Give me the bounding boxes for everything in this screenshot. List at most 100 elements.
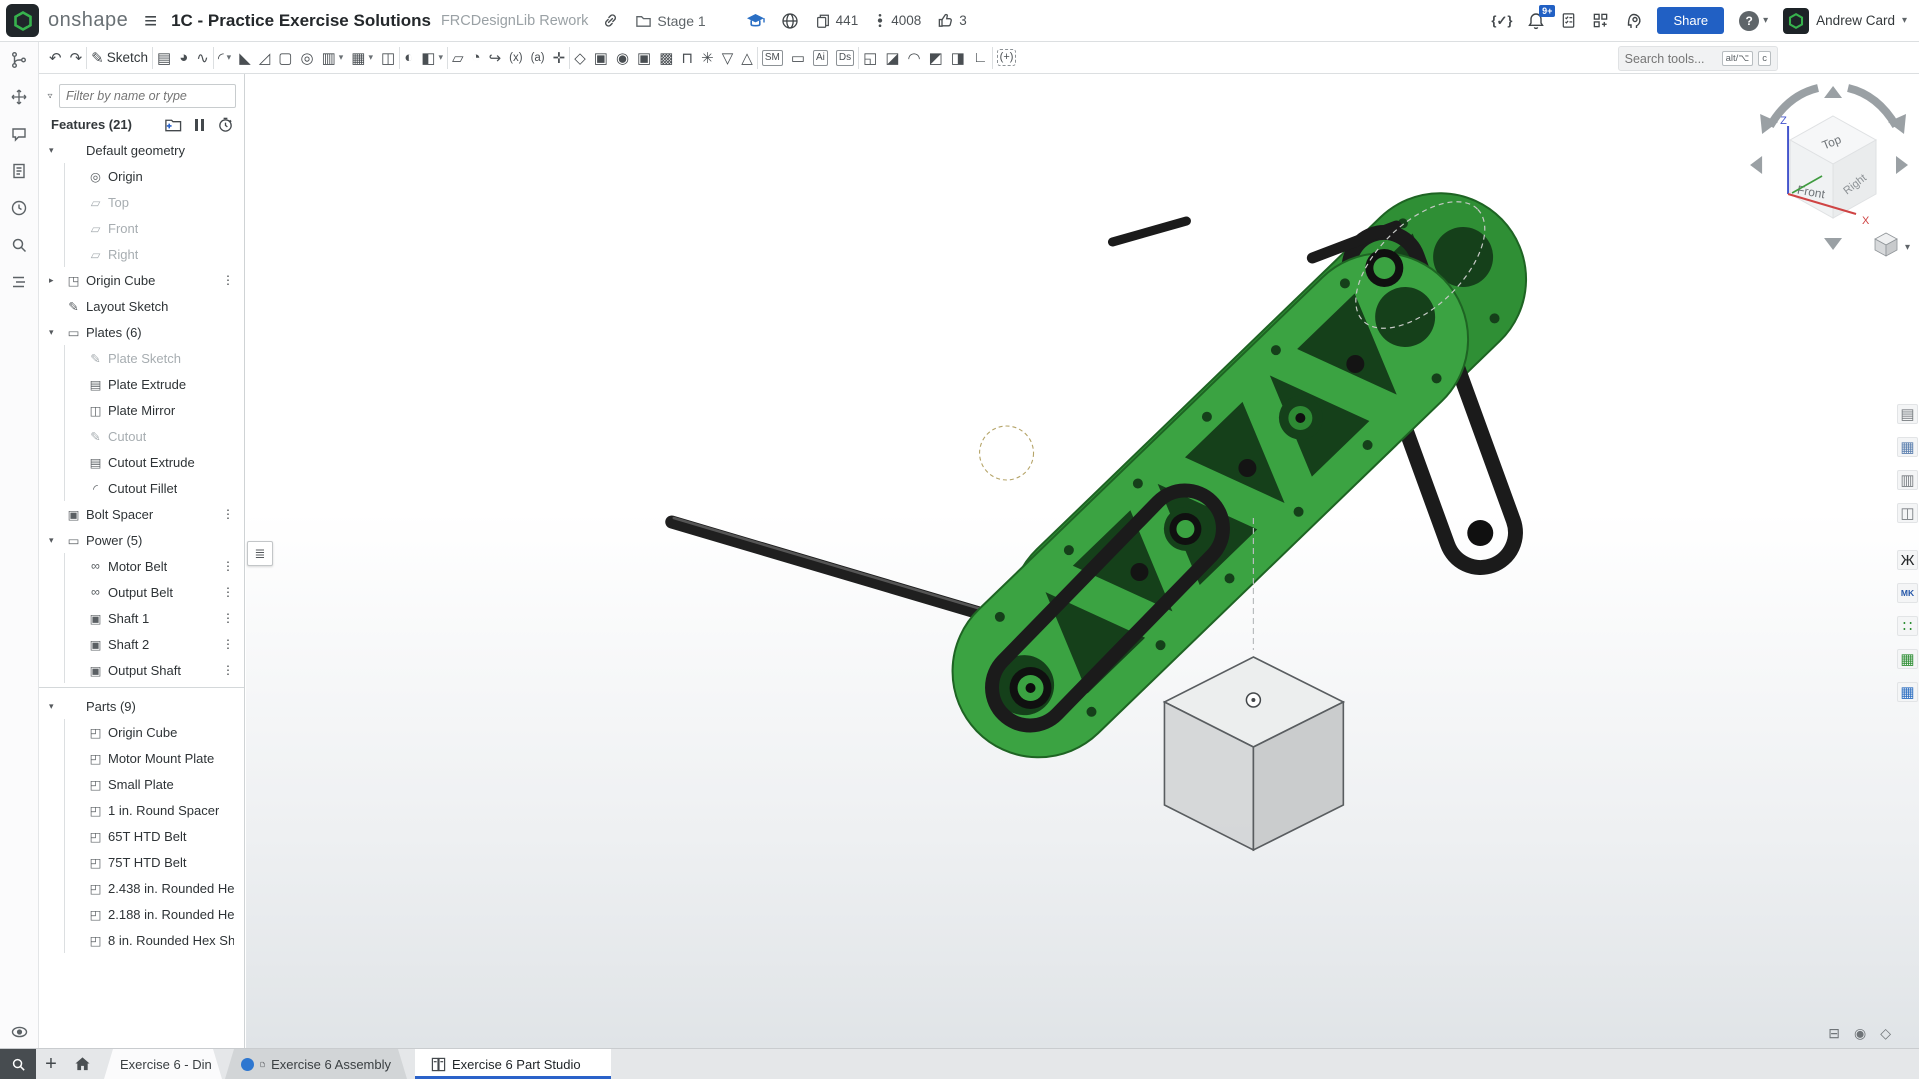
tab-exercise6-dimensions[interactable]: Exercise 6 - Din <box>104 1049 222 1079</box>
rollback-bar-handle[interactable]: ≣ <box>247 541 273 566</box>
tree-row[interactable]: ▤ Cutout Extrude <box>39 449 244 475</box>
tree-chevron-icon[interactable]: ▸ <box>49 275 64 286</box>
mate-connector-icon[interactable]: ✛ <box>549 45 570 71</box>
tree-row[interactable]: ▾ Default geometry <box>39 137 244 163</box>
outline-icon[interactable] <box>9 272 29 292</box>
share-button[interactable]: Share <box>1657 7 1724 34</box>
undo-icon[interactable]: ↶ <box>45 45 66 71</box>
shell-icon[interactable]: ▢ <box>274 45 296 71</box>
appearance-icon[interactable]: ▩ <box>655 45 677 71</box>
tree-row[interactable]: ▸ ◳ Origin Cube ⋮ <box>39 267 244 293</box>
flange-icon[interactable]: ◱ <box>859 45 881 71</box>
nodes-stat[interactable]: 4008 <box>874 12 921 29</box>
search-icon[interactable] <box>9 235 29 255</box>
tree-row[interactable]: ◰ 75T HTD Belt <box>39 849 244 875</box>
tree-row[interactable]: ▣ Shaft 1 ⋮ <box>39 605 244 631</box>
tree-row[interactable]: ∞ Output Belt ⋮ <box>39 579 244 605</box>
ground-plane-icon[interactable]: ◇ <box>1880 1025 1891 1042</box>
notifications-bell-icon[interactable]: 9+ <box>1527 12 1545 30</box>
standoff-shaft-2[interactable] <box>1112 221 1186 242</box>
columns-panel-icon[interactable]: ◫ <box>1897 503 1918 523</box>
folder-name[interactable]: Stage 1 <box>657 13 705 29</box>
tree-row[interactable]: ▤ Plate Extrude <box>39 371 244 397</box>
menu-icon[interactable]: ≡ <box>144 10 157 32</box>
sheet-metal-flat-icon[interactable]: ▭ <box>787 45 809 71</box>
extrude-icon[interactable]: ▤ <box>153 45 175 71</box>
split-icon[interactable]: ◧ ▾ <box>417 45 447 71</box>
public-globe-icon[interactable] <box>781 12 799 30</box>
view-options-caret-icon[interactable]: ▾ <box>1905 242 1910 253</box>
tree-row[interactable]: ◎ Origin <box>39 163 244 189</box>
graphics-canvas[interactable]: Top Front Right Z X <box>246 74 1919 1048</box>
featurescript-check-icon[interactable]: {✓} <box>1491 13 1512 29</box>
rotate-up-arrow[interactable] <box>1824 86 1842 98</box>
projected-curve-icon[interactable]: ↪ <box>485 45 506 71</box>
sweep-icon[interactable]: ∿ <box>192 45 213 71</box>
tree-row[interactable]: ✎ Layout Sketch <box>39 293 244 319</box>
corner-icon[interactable]: ◩ <box>925 45 947 71</box>
fillet-icon[interactable]: ◜ ▾ <box>214 45 235 71</box>
comments-icon[interactable] <box>9 124 29 144</box>
dots-app-icon[interactable]: ∷ <box>1897 616 1918 636</box>
copies-stat[interactable]: 441 <box>815 13 859 29</box>
tree-row[interactable]: ✎ Plate Sketch <box>39 345 244 371</box>
add-custom-feature-icon[interactable]: (+) <box>993 45 1021 71</box>
printer-icon[interactable]: ⊟ <box>1828 1025 1840 1042</box>
learning-center-icon[interactable] <box>746 12 765 29</box>
rip-icon[interactable]: ∟ <box>969 45 992 71</box>
workspace-name[interactable]: FRCDesignLib Rework <box>441 13 588 29</box>
home-tab-button[interactable] <box>66 1049 98 1079</box>
redo-icon[interactable]: ↷ <box>66 45 87 71</box>
thicken-icon[interactable]: ▥ ▾ <box>318 45 348 71</box>
search-tools-input[interactable] <box>1625 52 1717 66</box>
user-name[interactable]: Andrew Card <box>1816 13 1895 28</box>
rotate-right-arrow[interactable] <box>1896 156 1908 174</box>
bolt-feature-icon[interactable]: ▣ <box>590 45 612 71</box>
shaft-feature-icon[interactable]: ▣ <box>633 45 655 71</box>
grid-panel-icon[interactable]: ▦ <box>1897 437 1918 457</box>
tree-row[interactable]: ▾ Parts (9) <box>39 693 244 719</box>
tree-row[interactable]: ◰ 1 in. Round Spacer <box>39 797 244 823</box>
tree-row[interactable]: ◰ Small Plate <box>39 771 244 797</box>
tree-row[interactable]: ▾ ▭ Plates (6) <box>39 319 244 345</box>
tree-chevron-icon[interactable]: ▾ <box>49 327 64 338</box>
plane-icon[interactable]: ▱ <box>448 45 468 71</box>
3d-model[interactable] <box>672 158 1562 850</box>
user-caret-icon[interactable]: ▾ <box>1902 15 1907 26</box>
filter-feature-icon[interactable]: ▽ <box>718 45 738 71</box>
tree-row[interactable]: ▱ Right <box>39 241 244 267</box>
tree-chevron-icon[interactable]: ▾ <box>49 145 64 156</box>
tab-feature-icon[interactable]: ◨ <box>947 45 969 71</box>
hole-icon[interactable]: ◎ <box>296 45 317 71</box>
variable-icon[interactable]: (x) <box>505 45 526 71</box>
variable-studio-icon[interactable]: (a) <box>527 45 549 71</box>
tree-row[interactable]: ◰ Motor Mount Plate <box>39 745 244 771</box>
notes-icon[interactable] <box>9 161 29 181</box>
shelf-panel-icon[interactable]: ▤ <box>1897 404 1918 424</box>
tree-chevron-icon[interactable]: ▾ <box>49 535 64 546</box>
tab-exercise6-part-studio[interactable]: Exercise 6 Part Studio <box>415 1049 611 1079</box>
tree-row[interactable]: ▱ Front <box>39 215 244 241</box>
rotate-down-arrow[interactable] <box>1824 238 1842 250</box>
table-app-green-icon[interactable]: ▦ <box>1897 649 1918 669</box>
measure-icon[interactable]: △ <box>737 45 757 71</box>
tree-row[interactable]: ▣ Output Shaft ⋮ <box>39 657 244 683</box>
gear-feature-icon[interactable]: ✳ <box>697 45 718 71</box>
sheet-metal-icon[interactable]: SM <box>758 45 787 71</box>
draft-icon[interactable]: ◿ <box>255 45 275 71</box>
frame-icon[interactable]: ⊓ <box>677 45 697 71</box>
snapshot-icon[interactable]: ◉ <box>1854 1025 1866 1042</box>
tree-chevron-icon[interactable]: ▾ <box>49 701 64 712</box>
tree-row[interactable]: ◰ 2.438 in. Rounded Hex... <box>39 875 244 901</box>
app-store-icon[interactable] <box>1592 12 1609 29</box>
tree-row[interactable]: ◜ Cutout Fillet <box>39 475 244 501</box>
chamfer-icon[interactable]: ◣ <box>235 45 255 71</box>
help-caret-icon[interactable]: ▾ <box>1763 15 1768 26</box>
helix-icon[interactable]: ◔ <box>468 45 485 71</box>
mk-app-icon[interactable]: MK <box>1897 583 1918 603</box>
pattern-icon[interactable]: ▦ ▾ <box>347 45 377 71</box>
tree-row[interactable]: ✎ Cutout <box>39 423 244 449</box>
ai-studio-icon[interactable]: Ai <box>809 45 832 71</box>
composite-part-icon[interactable]: ◇ <box>570 45 590 71</box>
pin-feature-icon[interactable]: ◉ <box>612 45 633 71</box>
